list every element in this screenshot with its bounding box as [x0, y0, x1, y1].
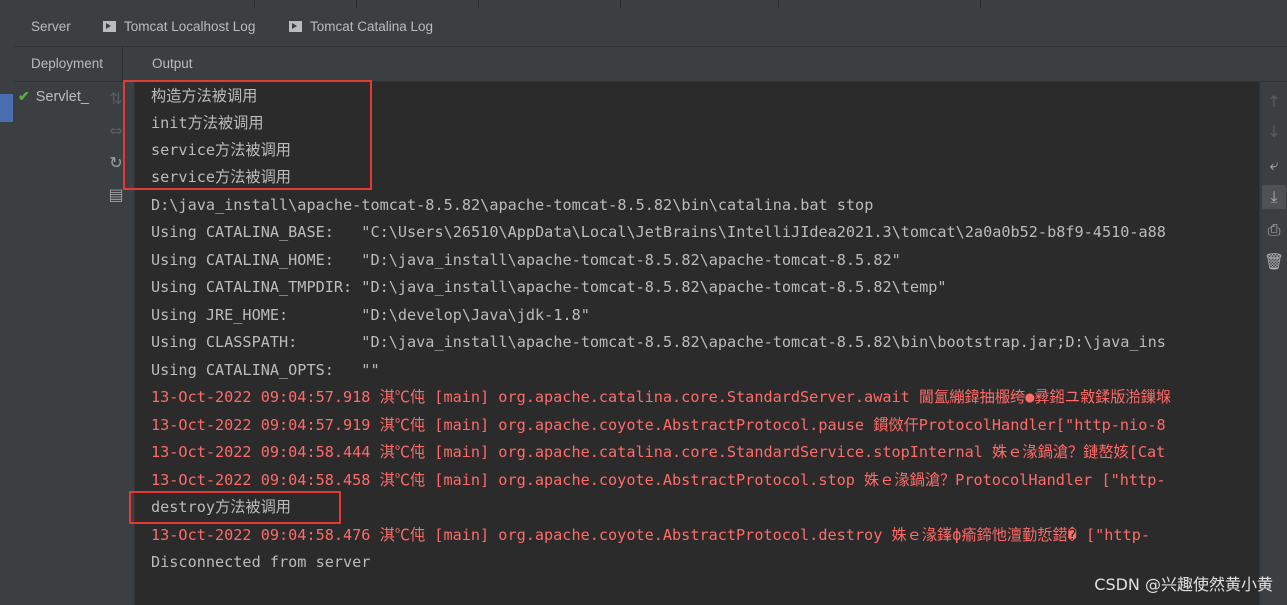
- output-line: Using JRE_HOME: "D:\develop\Java\jdk-1.8…: [151, 306, 590, 324]
- output-line: Using CATALINA_OPTS: "": [151, 361, 380, 379]
- output-console[interactable]: 构造方法被调用 init方法被调用 service方法被调用 service方法…: [135, 82, 1259, 605]
- move-down-icon[interactable]: ↓: [1262, 120, 1286, 144]
- console-toolbar: ↑ ↓ ⤶ ⤓ ⎙ 🗑: [1259, 82, 1287, 605]
- output-line: D:\java_install\apache-tomcat-8.5.82\apa…: [151, 196, 874, 214]
- output-line: Using CATALINA_HOME: "D:\java_install\ap…: [151, 251, 901, 269]
- output-line: init方法被调用: [151, 114, 264, 132]
- output-line-error: 13-Oct-2022 09:04:58.444 淇℃伅 [main] org.…: [151, 443, 1166, 461]
- print-icon[interactable]: ⎙: [1262, 218, 1286, 242]
- deployment-item-label: Servlet_: [35, 89, 89, 105]
- soft-wrap-icon[interactable]: ⤶: [1262, 153, 1286, 177]
- console-log-icon: [289, 21, 302, 32]
- refresh-icon[interactable]: ↻: [104, 152, 128, 174]
- output-line: service方法被调用: [151, 141, 291, 159]
- tab-catalina-log-label: Tomcat Catalina Log: [310, 19, 434, 34]
- output-line: Using CATALINA_BASE: "C:\Users\26510\App…: [151, 223, 1166, 241]
- output-line: service方法被调用: [151, 168, 291, 186]
- redeploy-icon[interactable]: ⇔: [104, 120, 128, 142]
- output-line-error: 13-Oct-2022 09:04:57.918 淇℃伅 [main] org.…: [151, 388, 1172, 406]
- output-line-error: 13-Oct-2022 09:04:58.458 淇℃伅 [main] org.…: [151, 471, 1166, 489]
- check-icon: ✔: [18, 88, 30, 104]
- output-line: Using CLASSPATH: "D:\java_install\apache…: [151, 333, 1166, 351]
- scroll-to-end-icon[interactable]: ⤓: [1262, 185, 1286, 209]
- output-line: 构造方法被调用: [151, 87, 258, 105]
- output-line: Using CATALINA_TMPDIR: "D:\java_install\…: [151, 278, 947, 296]
- services-tool-marker[interactable]: [0, 94, 13, 122]
- tab-tomcat-catalina-log[interactable]: Tomcat Catalina Log: [289, 8, 433, 46]
- move-up-icon[interactable]: ↑: [1262, 90, 1286, 114]
- output-line: Disconnected from server: [151, 553, 371, 571]
- console-log-icon: [103, 21, 116, 32]
- left-tool-gutter: [0, 8, 15, 605]
- tab-server-label: Server: [31, 19, 71, 34]
- deploy-artifact-icon[interactable]: ▤: [104, 184, 128, 206]
- tab-localhost-log-label: Tomcat Localhost Log: [124, 19, 256, 34]
- deploy-all-icon[interactable]: ⇅: [104, 88, 128, 110]
- output-line-error: 13-Oct-2022 09:04:58.476 淇℃伅 [main] org.…: [151, 526, 1150, 544]
- deployment-header: Deployment: [31, 56, 104, 71]
- tab-tomcat-localhost-log[interactable]: Tomcat Localhost Log: [103, 8, 255, 46]
- header-divider: [122, 47, 123, 82]
- services-tab-bar: Server Tomcat Localhost Log Tomcat Catal…: [14, 8, 1287, 47]
- deployment-item-servlet[interactable]: ✔ Servlet_: [18, 86, 89, 106]
- clear-all-icon[interactable]: 🗑: [1262, 250, 1286, 274]
- output-line: destroy方法被调用: [151, 498, 291, 516]
- tab-server[interactable]: Server: [31, 8, 71, 46]
- server-subheader: Deployment Output: [14, 47, 1287, 82]
- output-line-error: 13-Oct-2022 09:04:57.919 淇℃伅 [main] org.…: [151, 416, 1166, 434]
- watermark: CSDN @兴趣使然黄小黄: [1094, 575, 1273, 594]
- output-header: Output: [152, 56, 193, 71]
